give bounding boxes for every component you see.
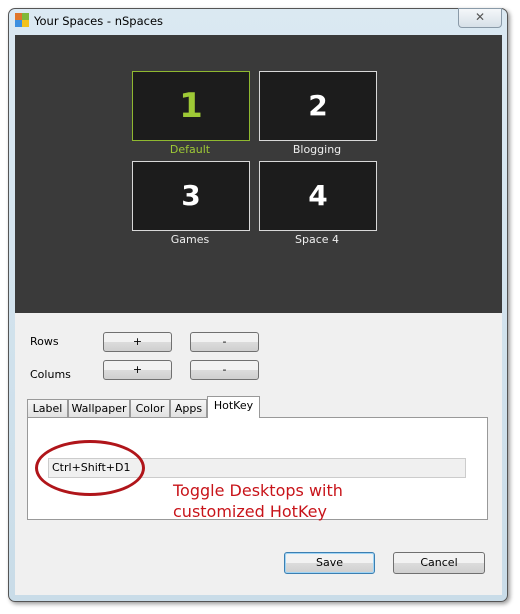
tab-wallpaper[interactable]: Wallpaper [68,399,130,418]
space-label-2: Blogging [292,143,342,156]
rows-label: Rows [30,335,59,348]
space-tile-3[interactable]: 3 [132,161,250,231]
annotation-line-2: customized HotKey [173,502,327,521]
space-tile-2[interactable]: 2 [259,71,377,141]
space-tile-4[interactable]: 4 [259,161,377,231]
rows-minus-button[interactable]: - [190,332,259,352]
columns-label: Colums [30,368,71,381]
columns-plus-button[interactable]: + [103,360,172,380]
tab-apps[interactable]: Apps [170,399,207,418]
rows-plus-button[interactable]: + [103,332,172,352]
tab-color[interactable]: Color [130,399,170,418]
annotation-text: Toggle Desktops with customized HotKey [173,480,433,522]
space-tile-1[interactable]: 1 [132,71,250,141]
columns-minus-button[interactable]: - [190,360,259,380]
space-label-1: Default [169,143,211,156]
save-button[interactable]: Save [284,552,375,574]
app-logo-icon [15,13,29,27]
tab-label[interactable]: Label [27,399,68,418]
window-title: Your Spaces - nSpaces [34,14,164,28]
cancel-button[interactable]: Cancel [393,552,485,574]
close-icon[interactable]: ✕ [458,8,502,28]
space-label-3: Games [170,233,210,246]
annotation-ellipse [35,440,145,496]
annotation-line-1: Toggle Desktops with [173,481,343,500]
space-label-4: Space 4 [294,233,340,246]
tab-hotkey[interactable]: HotKey [207,396,260,418]
